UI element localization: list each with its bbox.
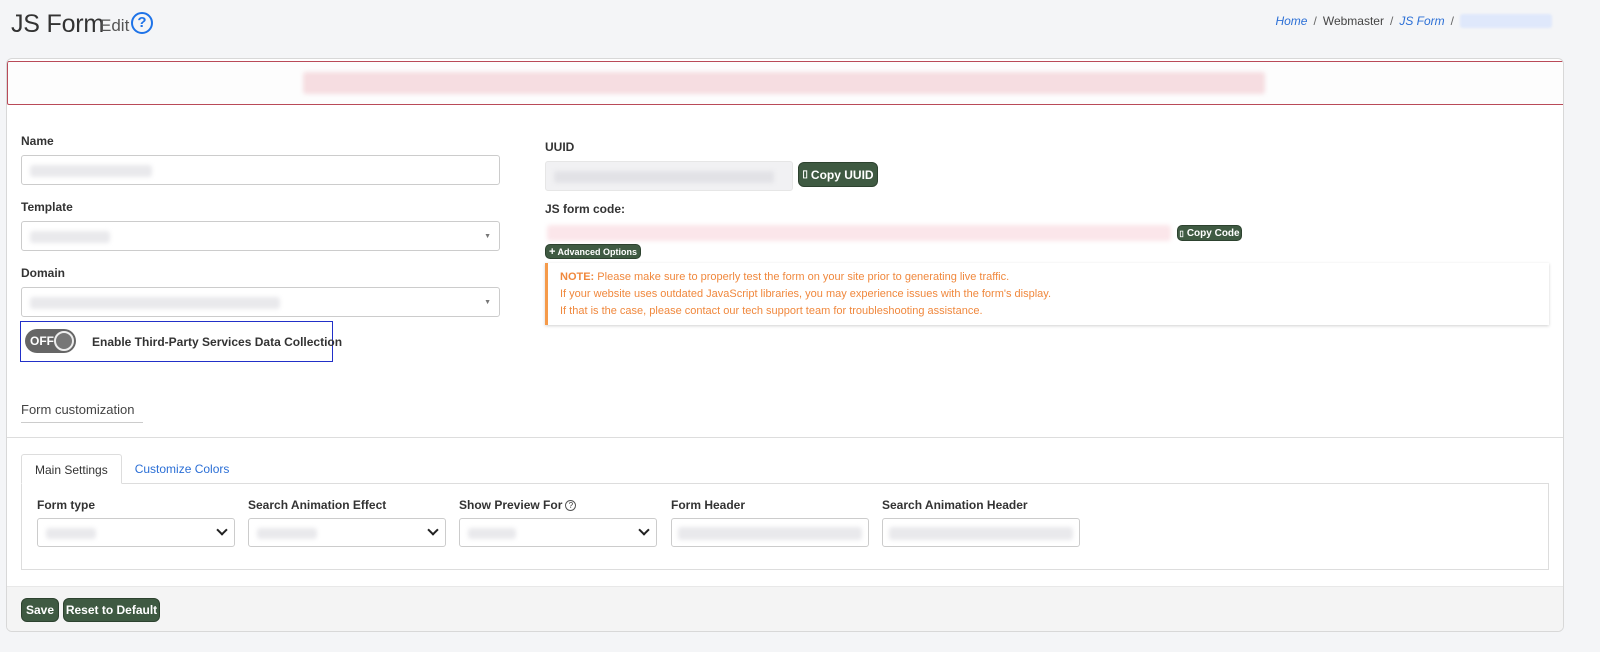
search-animation-effect-select[interactable] bbox=[248, 518, 446, 547]
show-preview-for-label: Show Preview For? bbox=[459, 498, 577, 512]
template-value-redacted bbox=[30, 231, 110, 243]
breadcrumb: Home / Webmaster / JS Form / bbox=[1275, 14, 1552, 28]
page-subtitle: Edit bbox=[100, 16, 130, 35]
third-party-toggle-row: OFF Enable Third-Party Services Data Col… bbox=[20, 321, 342, 362]
breadcrumb-home[interactable]: Home bbox=[1275, 14, 1307, 28]
third-party-toggle[interactable]: OFF bbox=[25, 329, 76, 353]
customization-tabs: Main Settings Customize Colors bbox=[21, 454, 242, 484]
search-animation-header-value-redacted bbox=[889, 527, 1073, 540]
domain-value-redacted bbox=[30, 297, 280, 309]
form-card: Name Template ▼ Domain ▼ OFF Enable Thir… bbox=[6, 58, 1564, 632]
note-line-3: If that is the case, please contact our … bbox=[560, 305, 983, 317]
uuid-value-redacted bbox=[554, 171, 774, 183]
save-button[interactable]: Save bbox=[21, 598, 59, 622]
alert-text-redacted bbox=[303, 72, 1265, 94]
breadcrumb-js-form[interactable]: JS Form bbox=[1399, 14, 1444, 28]
breadcrumb-separator: / bbox=[1450, 14, 1454, 28]
tab-customize-colors[interactable]: Customize Colors bbox=[122, 454, 243, 484]
form-type-value-redacted bbox=[46, 528, 96, 539]
breadcrumb-separator: / bbox=[1389, 14, 1394, 28]
clipboard-icon: ▯ bbox=[802, 169, 808, 180]
chevron-down-icon bbox=[638, 524, 650, 536]
note-line-2: If your website uses outdated JavaScript… bbox=[560, 288, 1052, 300]
template-label: Template bbox=[21, 200, 73, 214]
uuid-label: UUID bbox=[545, 140, 575, 154]
search-animation-header-label: Search Animation Header bbox=[882, 498, 1028, 512]
search-animation-value-redacted bbox=[257, 528, 317, 539]
section-divider bbox=[7, 437, 1563, 438]
toggle-state-text: OFF bbox=[30, 334, 54, 348]
note-prefix: NOTE: bbox=[560, 271, 595, 283]
breadcrumb-webmaster: Webmaster bbox=[1322, 14, 1384, 28]
reset-to-default-button[interactable]: Reset to Default bbox=[63, 598, 160, 622]
js-form-code-redacted bbox=[547, 225, 1171, 241]
chevron-down-icon bbox=[427, 524, 439, 536]
copy-code-label: Copy Code bbox=[1186, 227, 1240, 239]
search-animation-header-input[interactable] bbox=[882, 518, 1080, 547]
breadcrumb-current-redacted bbox=[1460, 14, 1552, 28]
copy-uuid-button[interactable]: ▯ Copy UUID bbox=[798, 162, 878, 187]
select-arrow-icon: ▼ bbox=[484, 299, 491, 306]
select-arrow-icon: ▼ bbox=[484, 233, 491, 240]
alert-banner bbox=[7, 61, 1563, 105]
domain-select[interactable]: ▼ bbox=[21, 287, 500, 317]
question-circle-icon[interactable]: ? bbox=[565, 500, 577, 511]
main-settings-panel: Form type Search Animation Effect Show P… bbox=[21, 483, 1549, 570]
chevron-down-icon bbox=[216, 524, 228, 536]
section-underline bbox=[21, 422, 143, 423]
form-header-value-redacted bbox=[678, 527, 862, 540]
advanced-options-button[interactable]: + Advanced Options bbox=[545, 244, 641, 259]
domain-label: Domain bbox=[21, 266, 66, 280]
clipboard-icon: ▯ bbox=[1179, 228, 1184, 238]
advanced-options-label: Advanced Options bbox=[557, 246, 637, 257]
form-header-label: Form Header bbox=[671, 498, 746, 512]
page-title: JS Form bbox=[11, 10, 105, 38]
help-icon[interactable]: ? bbox=[131, 12, 153, 34]
name-label: Name bbox=[21, 134, 54, 148]
name-value-redacted bbox=[30, 165, 152, 177]
form-type-select[interactable] bbox=[37, 518, 235, 547]
note-line-1: NOTE: Please make sure to properly test … bbox=[560, 269, 1537, 286]
show-preview-for-select[interactable] bbox=[459, 518, 657, 547]
js-form-code-label: JS form code: bbox=[545, 202, 626, 216]
form-footer: Save Reset to Default bbox=[7, 586, 1563, 631]
name-input[interactable] bbox=[21, 155, 500, 185]
show-preview-value-redacted bbox=[468, 528, 516, 539]
note-box: NOTE: Please make sure to properly test … bbox=[545, 263, 1549, 325]
breadcrumb-separator: / bbox=[1313, 14, 1317, 28]
template-select[interactable]: ▼ bbox=[21, 221, 500, 251]
form-customization-title: Form customization bbox=[21, 402, 135, 417]
plus-icon: + bbox=[549, 245, 556, 258]
tab-main-settings[interactable]: Main Settings bbox=[21, 454, 122, 484]
copy-uuid-label: Copy UUID bbox=[810, 167, 874, 182]
search-animation-effect-label: Search Animation Effect bbox=[248, 498, 387, 512]
toggle-knob bbox=[54, 331, 74, 351]
show-preview-for-text: Show Preview For bbox=[459, 498, 563, 512]
note-line-1-text: Please make sure to properly test the fo… bbox=[597, 271, 1010, 283]
page-header: JS Form Edit ? Home / Webmaster / JS For… bbox=[0, 0, 1600, 48]
form-header-input[interactable] bbox=[671, 518, 869, 547]
third-party-toggle-label: Enable Third-Party Services Data Collect… bbox=[92, 335, 343, 349]
copy-code-button[interactable]: ▯ Copy Code bbox=[1177, 225, 1242, 241]
uuid-input[interactable] bbox=[545, 161, 793, 191]
form-type-label: Form type bbox=[37, 498, 96, 512]
